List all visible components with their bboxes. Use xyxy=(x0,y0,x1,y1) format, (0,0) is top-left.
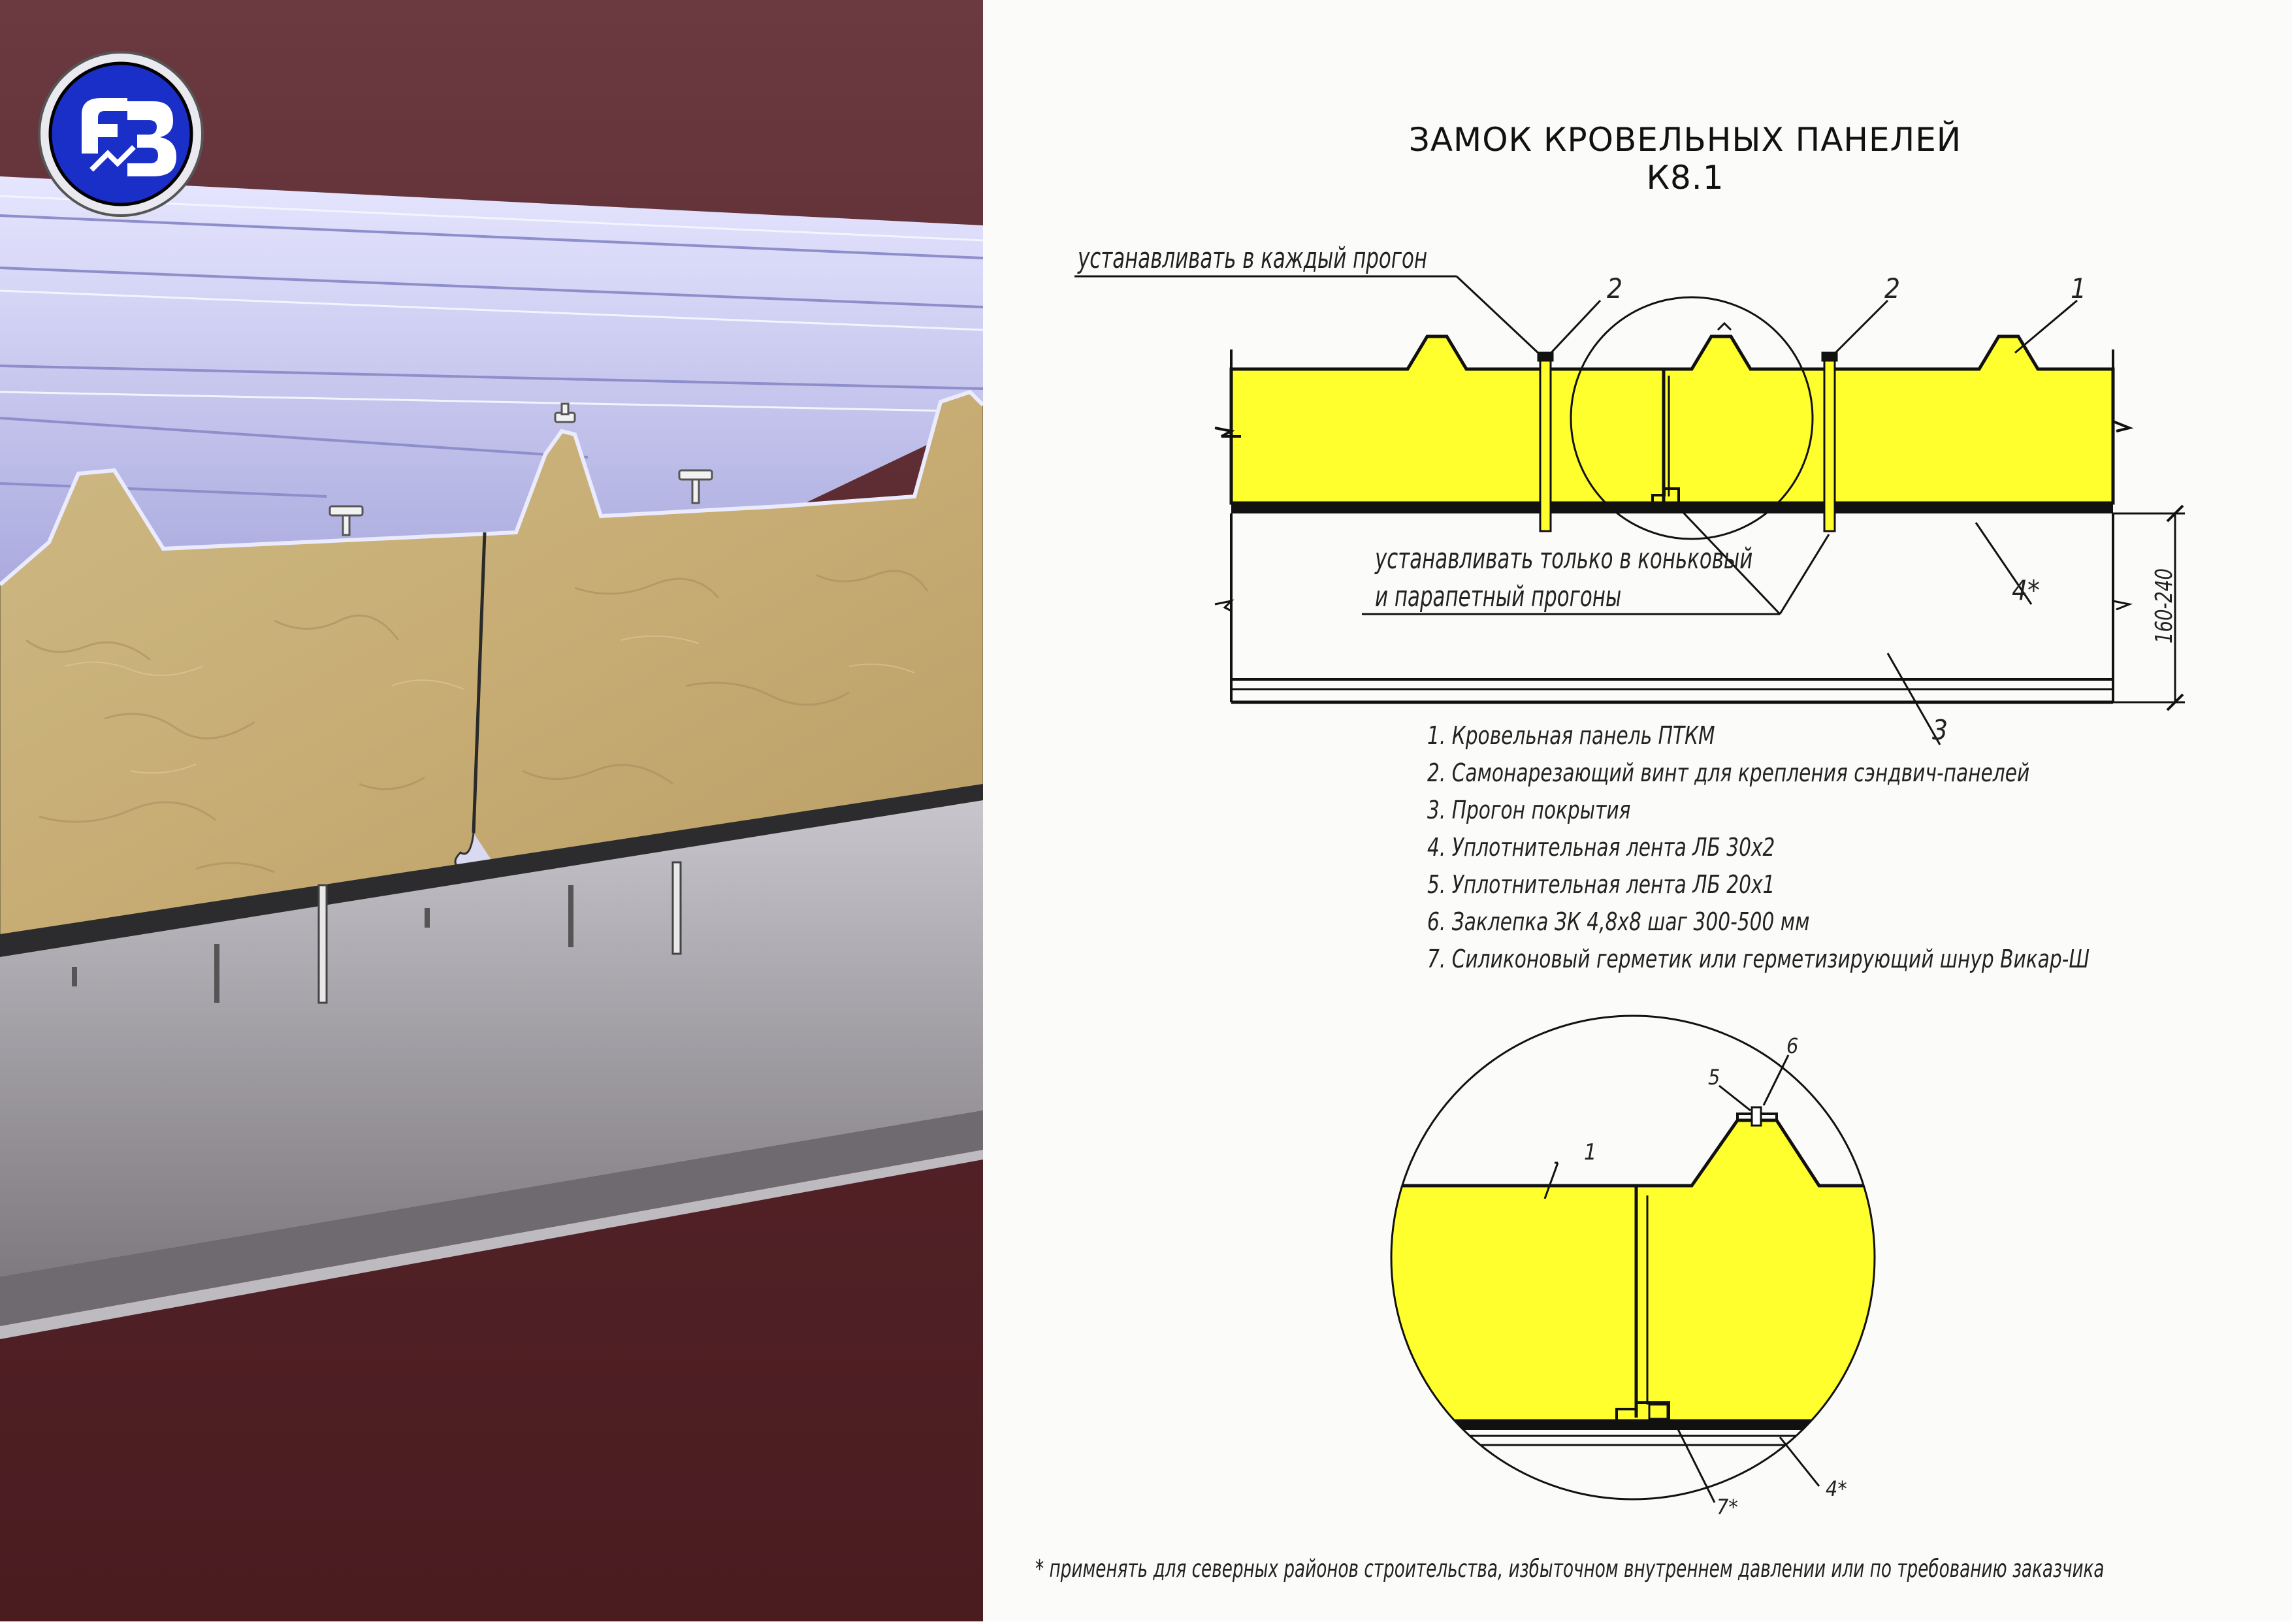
legend-item: 2. Самонарезающий винт для крепления сэн… xyxy=(1427,758,2030,787)
marker-4-main: 4* xyxy=(2012,574,2040,606)
footnote: * применять для северных районов строите… xyxy=(1035,1555,2105,1583)
callout-ridge-line2: и парапетный прогоны xyxy=(1375,580,1621,613)
legend-item: 1. Кровельная панель ПТКМ xyxy=(1427,721,1715,750)
legend-item: 7. Силиконовый герметик или герметизирую… xyxy=(1427,945,2090,973)
marker-1-detail: 1 xyxy=(1584,1139,1596,1165)
marker-1-main: 1 xyxy=(2071,272,2086,304)
marker-2-right: 2 xyxy=(1884,272,1900,304)
marker-2-left: 2 xyxy=(1607,272,1622,304)
legend-item: 6. Заклепка ЗК 4,8х8 шаг 300-500 мм xyxy=(1427,907,1810,936)
marker-7-detail: 7* xyxy=(1717,1495,1738,1519)
lock-detail-view: 1 5 6 7* 4* xyxy=(1390,1015,1876,1519)
marker-5: 5 xyxy=(1708,1065,1720,1090)
dimension-label: 160-240 xyxy=(2150,568,2178,643)
insulation-core xyxy=(1229,334,2115,505)
marker-4-detail: 4* xyxy=(1826,1476,1847,1501)
callout-ridge-line1: устанавливать только в коньковый xyxy=(1374,542,1752,576)
legend-item: 3. Прогон покрытия xyxy=(1427,796,1631,824)
bottom-skin xyxy=(1231,503,2113,513)
callout-each-purlin: устанавливать в каждый прогон xyxy=(1077,242,1427,275)
legend-item: 4. Уплотнительная лента ЛБ 30х2 xyxy=(1427,833,1775,862)
components-legend: 1. Кровельная панель ПТКМ 2. Самонарезаю… xyxy=(1427,717,2090,978)
panel-section-main: устанавливать в каждый прогон устанавлив… xyxy=(1074,242,2185,746)
legend-item: 5. Уплотнительная лента ЛБ 20х1 xyxy=(1427,870,1775,899)
marker-6: 6 xyxy=(1786,1033,1798,1058)
